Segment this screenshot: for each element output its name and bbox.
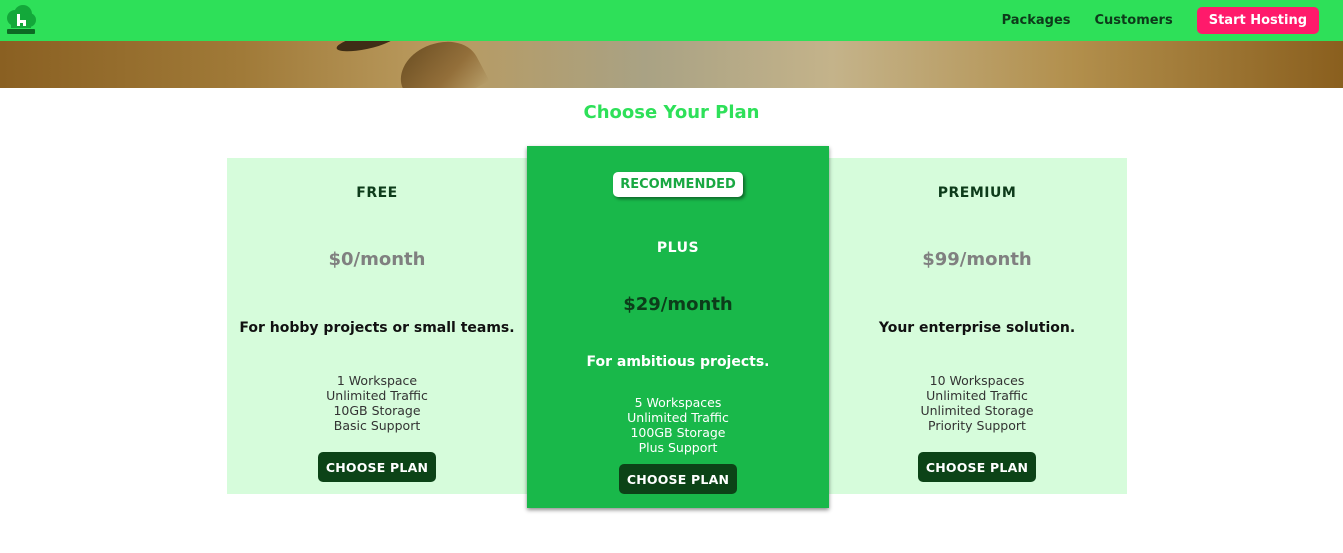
- plan-name: PLUS: [656, 240, 700, 256]
- plan-price: $0/month: [328, 249, 426, 270]
- plan-tagline: For ambitious projects.: [586, 354, 770, 370]
- feature-item: Unlimited Traffic: [926, 388, 1028, 403]
- plan-price: $99/month: [922, 249, 1032, 270]
- plan-tagline: For hobby projects or small teams.: [239, 320, 515, 336]
- main-nav: Packages Customers Start Hosting: [1002, 7, 1319, 34]
- hero-image: [0, 41, 1343, 88]
- nav-customers-link[interactable]: Customers: [1095, 13, 1173, 28]
- nav-packages-link[interactable]: Packages: [1002, 13, 1071, 28]
- plan-name: PREMIUM: [937, 185, 1017, 201]
- recommended-badge: RECOMMENDED: [613, 172, 743, 197]
- feature-item: Plus Support: [638, 440, 718, 455]
- feature-item: Unlimited Traffic: [627, 410, 729, 425]
- start-hosting-button[interactable]: Start Hosting: [1196, 7, 1319, 34]
- feature-item: Priority Support: [928, 418, 1026, 433]
- choose-plan-button[interactable]: CHOOSE PLAN: [317, 452, 437, 482]
- feature-item: 1 Workspace: [336, 373, 418, 388]
- feature-item: Unlimited Traffic: [326, 388, 428, 403]
- section-title: Choose Your Plan: [583, 102, 760, 123]
- feature-item: 100GB Storage: [630, 425, 726, 440]
- plan-card-plus: RECOMMENDED PLUS $29/month For ambitious…: [527, 146, 829, 508]
- feature-item: 5 Workspaces: [634, 395, 722, 410]
- plan-card-free: FREE $0/month For hobby projects or smal…: [227, 158, 527, 494]
- plan-features: 5 Workspaces Unlimited Traffic 100GB Sto…: [527, 395, 829, 455]
- choose-plan-button[interactable]: CHOOSE PLAN: [618, 464, 738, 494]
- feature-item: 10 Workspaces: [929, 373, 1025, 388]
- plan-card-premium: PREMIUM $99/month Your enterprise soluti…: [827, 158, 1127, 494]
- top-header: Packages Customers Start Hosting: [0, 0, 1343, 41]
- plan-features: 1 Workspace Unlimited Traffic 10GB Stora…: [227, 373, 527, 433]
- plan-features: 10 Workspaces Unlimited Traffic Unlimite…: [827, 373, 1127, 433]
- choose-plan-button[interactable]: CHOOSE PLAN: [917, 452, 1037, 482]
- cloud-h-logo-icon[interactable]: [5, 4, 37, 36]
- plan-price: $29/month: [623, 294, 733, 315]
- plan-name: FREE: [356, 185, 398, 201]
- feature-item: 10GB Storage: [333, 403, 421, 418]
- feature-item: Unlimited Storage: [920, 403, 1034, 418]
- plan-tagline: Your enterprise solution.: [878, 320, 1076, 336]
- feature-item: Basic Support: [333, 418, 421, 433]
